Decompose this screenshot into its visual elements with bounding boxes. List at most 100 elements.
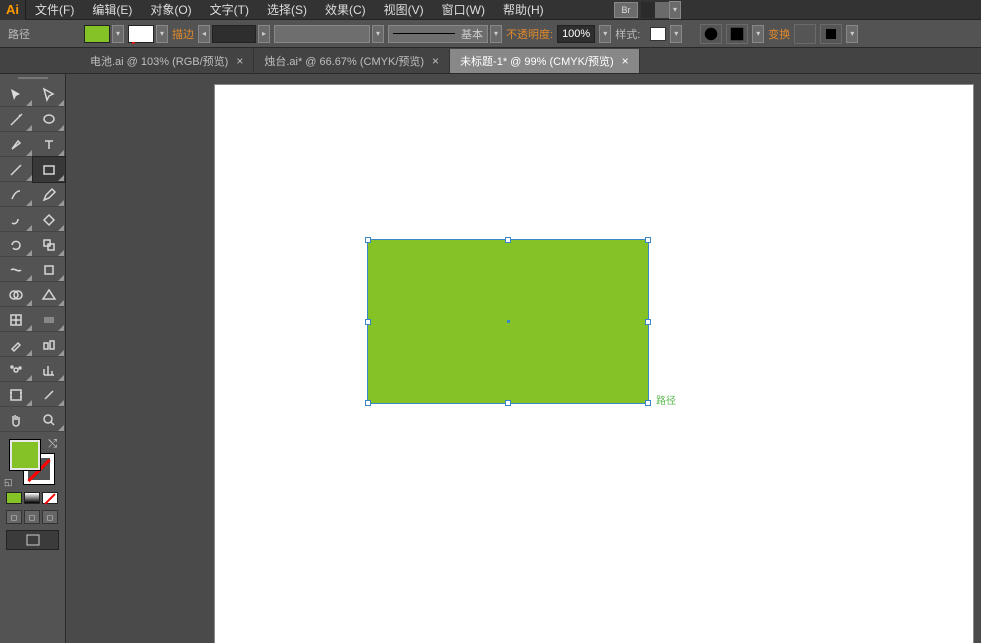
screen-mode-button[interactable] (6, 530, 59, 550)
stroke-weight-value[interactable] (212, 25, 256, 43)
menu-window[interactable]: 窗口(W) (433, 0, 494, 20)
handle-bottom-mid[interactable] (505, 400, 511, 406)
graph-tool[interactable] (33, 357, 66, 382)
eraser-tool[interactable] (33, 207, 66, 232)
menu-edit[interactable]: 编辑(E) (83, 0, 141, 20)
handle-bottom-right[interactable] (645, 400, 651, 406)
draw-behind[interactable]: ◻ (24, 510, 40, 524)
workspace-switcher[interactable] (641, 2, 669, 18)
stroke-swatch-dropdown[interactable]: ▾ (156, 25, 168, 43)
fill-dropdown[interactable]: ▾ (112, 25, 124, 43)
brush-dropdown[interactable]: ▾ (490, 25, 502, 43)
transform-label[interactable]: 变换 (768, 26, 790, 42)
recolor-icon[interactable] (700, 24, 722, 44)
fill-control[interactable]: ▾ (84, 25, 124, 43)
document-tabs: 电池.ai @ 103% (RGB/预览) × 烛台.ai* @ 66.67% (… (0, 48, 981, 74)
brush-control[interactable]: 基本 ▾ (388, 25, 502, 43)
hand-tool[interactable] (0, 407, 33, 432)
fill-color[interactable] (10, 440, 40, 470)
eyedropper-tool[interactable] (0, 332, 33, 357)
brush-definition[interactable]: 基本 (388, 25, 488, 43)
magic-wand-tool[interactable] (0, 107, 33, 132)
stroke-weight-down[interactable]: ◂ (198, 25, 210, 43)
doc-tab-1[interactable]: 电池.ai @ 103% (RGB/预览) × (80, 49, 254, 73)
handle-top-right[interactable] (645, 237, 651, 243)
rectangle-tool[interactable] (33, 157, 66, 182)
opacity-label[interactable]: 不透明度: (506, 26, 553, 42)
color-mode-solid[interactable] (6, 492, 22, 504)
fill-swatch[interactable] (84, 25, 110, 43)
handle-mid-right[interactable] (645, 319, 651, 325)
doc-tab-3[interactable]: 未标题-1* @ 99% (CMYK/预览)× (450, 49, 640, 73)
align-dropdown[interactable]: ▾ (752, 25, 764, 43)
scale-tool[interactable] (33, 232, 66, 257)
fill-stroke-control[interactable]: ⤭ ◱ (0, 436, 65, 488)
blob-brush-tool[interactable] (0, 207, 33, 232)
handle-top-mid[interactable] (505, 237, 511, 243)
line-tool[interactable] (0, 157, 33, 182)
menu-effect[interactable]: 效果(C) (316, 0, 375, 20)
extra-icon[interactable] (820, 24, 842, 44)
width-tool[interactable] (0, 257, 33, 282)
direct-selection-tool[interactable] (33, 82, 66, 107)
type-tool[interactable] (33, 132, 66, 157)
stroke-label[interactable]: 描边 (172, 26, 194, 42)
artboard[interactable]: 路径 (214, 84, 974, 643)
stroke-profile-control[interactable]: ▾ (274, 25, 384, 43)
bridge-button[interactable]: Br (614, 2, 638, 18)
options-bar: 路径 ▾ ▾ 描边 ◂ ▸ ▾ 基本 ▾ 不透明度: 100% ▾ 样式: ▾ … (0, 20, 981, 48)
draw-inside[interactable]: ◻ (42, 510, 58, 524)
menu-view[interactable]: 视图(V) (375, 0, 433, 20)
close-icon[interactable]: × (236, 54, 243, 68)
opacity-value[interactable]: 100% (557, 25, 595, 43)
stroke-swatch-control[interactable]: ▾ (128, 25, 168, 43)
selection-tool[interactable] (0, 82, 33, 107)
menu-help[interactable]: 帮助(H) (494, 0, 553, 20)
handle-mid-left[interactable] (365, 319, 371, 325)
handle-bottom-left[interactable] (365, 400, 371, 406)
style-swatch[interactable] (650, 27, 666, 41)
color-mode-gradient[interactable] (24, 492, 40, 504)
stroke-profile-dropdown[interactable]: ▾ (372, 25, 384, 43)
mesh-tool[interactable] (0, 307, 33, 332)
align-icon[interactable] (726, 24, 748, 44)
isolate-icon[interactable] (794, 24, 816, 44)
artboard-tool[interactable] (0, 382, 33, 407)
stroke-weight-control[interactable]: ◂ ▸ (198, 25, 270, 43)
stroke-profile[interactable] (274, 25, 370, 43)
swap-fill-stroke-icon[interactable]: ⤭ (48, 438, 57, 451)
pencil-tool[interactable] (33, 182, 66, 207)
stroke-swatch[interactable] (128, 25, 154, 43)
blend-tool[interactable] (33, 332, 66, 357)
symbol-sprayer-tool[interactable] (0, 357, 33, 382)
menu-select[interactable]: 选择(S) (258, 0, 316, 20)
extra-dropdown[interactable]: ▾ (846, 25, 858, 43)
menu-object[interactable]: 对象(O) (141, 0, 200, 20)
close-icon[interactable]: × (622, 54, 629, 68)
canvas-area[interactable]: 路径 (66, 74, 981, 643)
menu-type[interactable]: 文字(T) (201, 0, 258, 20)
doc-tab-2[interactable]: 烛台.ai* @ 66.67% (CMYK/预览)× (254, 49, 450, 73)
lasso-tool[interactable] (33, 107, 66, 132)
doc-tab-1-label: 电池.ai @ 103% (RGB/预览) (90, 53, 228, 69)
handle-top-left[interactable] (365, 237, 371, 243)
color-mode-none[interactable] (42, 492, 58, 504)
zoom-tool[interactable] (33, 407, 66, 432)
workspace-dropdown[interactable]: ▾ (669, 1, 681, 19)
selected-rectangle[interactable]: 路径 (368, 240, 648, 403)
stroke-weight-up[interactable]: ▸ (258, 25, 270, 43)
menu-file[interactable]: 文件(F) (26, 0, 83, 20)
shape-builder-tool[interactable] (0, 282, 33, 307)
free-transform-tool[interactable] (33, 257, 66, 282)
rotate-tool[interactable] (0, 232, 33, 257)
perspective-tool[interactable] (33, 282, 66, 307)
close-icon[interactable]: × (432, 54, 439, 68)
style-dropdown[interactable]: ▾ (670, 25, 682, 43)
pen-tool[interactable] (0, 132, 33, 157)
opacity-dropdown[interactable]: ▾ (599, 25, 611, 43)
slice-tool[interactable] (33, 382, 66, 407)
gradient-tool[interactable] (33, 307, 66, 332)
draw-normal[interactable]: ◻ (6, 510, 22, 524)
default-fill-stroke-icon[interactable]: ◱ (4, 477, 13, 488)
paintbrush-tool[interactable] (0, 182, 33, 207)
